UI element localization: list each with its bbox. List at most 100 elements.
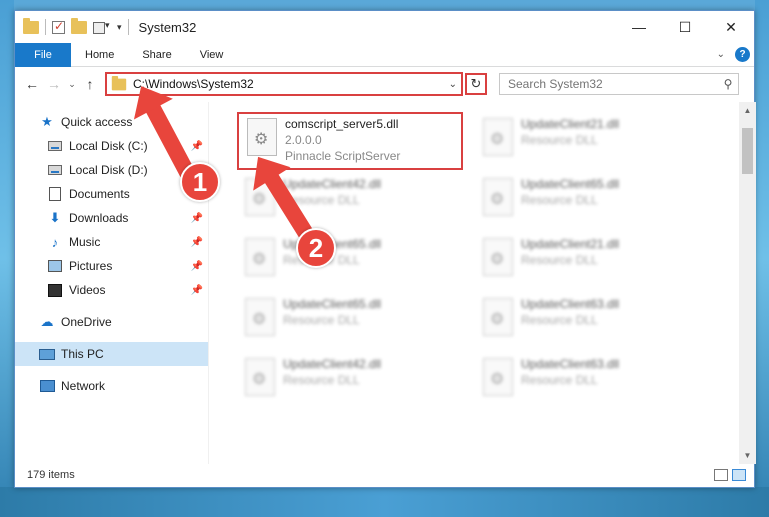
pictures-icon bbox=[47, 258, 63, 274]
file-name: UpdateClient42.dll bbox=[283, 357, 382, 371]
file-item[interactable]: UpdateClient65.dll Resource DLL bbox=[475, 174, 695, 228]
customize-toolbar-icon[interactable] bbox=[93, 20, 111, 34]
file-item[interactable]: UpdateClient63.dll Resource DLL bbox=[475, 354, 695, 408]
folder-icon bbox=[23, 17, 39, 34]
address-dropdown-icon[interactable]: ⌄ bbox=[449, 79, 461, 90]
nav-item-label: Network bbox=[61, 379, 106, 393]
computer-icon bbox=[39, 346, 55, 362]
pin-icon[interactable]: 📌 bbox=[191, 237, 203, 248]
dll-file-icon bbox=[483, 358, 513, 396]
desktop-background-right bbox=[755, 0, 769, 517]
forward-button[interactable]: → bbox=[43, 76, 65, 92]
scrollbar-thumb[interactable] bbox=[742, 128, 753, 174]
videos-icon bbox=[47, 282, 63, 298]
new-folder-icon[interactable] bbox=[71, 17, 87, 34]
file-name: UpdateClient21.dll bbox=[521, 117, 620, 131]
file-version: 2.0.0.0 bbox=[285, 133, 322, 147]
file-name: UpdateClient65.dll bbox=[283, 297, 382, 311]
step-badge-1: 1 bbox=[180, 162, 220, 202]
file-name: UpdateClient21.dll bbox=[521, 237, 620, 251]
close-button[interactable]: ✕ bbox=[708, 11, 754, 43]
tab-view[interactable]: View bbox=[186, 43, 238, 67]
dll-file-icon bbox=[483, 238, 513, 276]
nav-item-quick-access[interactable]: ★ Quick access bbox=[15, 110, 209, 134]
nav-item-label: Quick access bbox=[61, 115, 133, 129]
toolbar-dropdown-icon[interactable]: ▾ bbox=[117, 22, 122, 33]
file-name: UpdateClient65.dll bbox=[521, 177, 620, 191]
file-item[interactable]: UpdateClient21.dll Resource DLL bbox=[475, 114, 695, 168]
maximize-button[interactable]: ☐ bbox=[662, 11, 708, 43]
documents-icon bbox=[47, 186, 63, 202]
cloud-icon: ☁ bbox=[40, 314, 54, 329]
view-toggle bbox=[714, 468, 756, 481]
explorer-window: ▾ System32 — ☐ ✕ File Home Share View ⌄ … bbox=[14, 10, 756, 488]
back-button[interactable]: ← bbox=[21, 76, 43, 92]
nav-item-this-pc[interactable]: This PC bbox=[15, 342, 209, 366]
pin-icon[interactable]: 📌 bbox=[191, 285, 203, 296]
large-icons-view-icon[interactable] bbox=[732, 468, 746, 481]
window-controls: — ☐ ✕ bbox=[616, 11, 754, 43]
nav-item-pictures[interactable]: Pictures 📌 bbox=[15, 254, 209, 278]
file-description: Resource DLL bbox=[521, 253, 598, 267]
search-input[interactable] bbox=[508, 77, 718, 91]
file-item[interactable]: UpdateClient21.dll Resource DLL bbox=[475, 234, 695, 288]
status-bar: 179 items bbox=[15, 462, 756, 487]
file-item[interactable]: UpdateClient65.dllResource DLL bbox=[237, 234, 457, 288]
dll-file-icon bbox=[245, 358, 275, 396]
nav-item-label: Documents bbox=[69, 187, 130, 201]
help-icon[interactable]: ? bbox=[735, 47, 750, 62]
vertical-scrollbar[interactable]: ▲ ▼ bbox=[739, 102, 756, 464]
address-path[interactable]: C:\Windows\System32 bbox=[133, 77, 449, 91]
nav-item-label: Pictures bbox=[69, 259, 113, 273]
search-icon[interactable]: ⚲ bbox=[718, 77, 738, 91]
star-icon: ★ bbox=[41, 114, 53, 129]
nav-item-network[interactable]: Network bbox=[15, 374, 209, 398]
pin-icon[interactable]: 📌 bbox=[191, 261, 203, 272]
search-box[interactable]: ⚲ bbox=[499, 73, 739, 95]
dll-file-icon bbox=[483, 298, 513, 336]
nav-item-onedrive[interactable]: ☁ OneDrive bbox=[15, 310, 209, 334]
refresh-button[interactable]: ↻ bbox=[465, 73, 487, 95]
minimize-button[interactable]: — bbox=[616, 11, 662, 43]
network-icon bbox=[39, 378, 55, 394]
tab-file[interactable]: File bbox=[15, 42, 71, 67]
file-name: comscript_server5.dll bbox=[285, 117, 399, 131]
toolbar-separator bbox=[45, 19, 46, 35]
up-button[interactable]: ↑ bbox=[79, 76, 101, 92]
main-area: ★ Quick access Local Disk (C:) 📌 Local D… bbox=[15, 102, 756, 464]
title-bar: ▾ System32 — ☐ ✕ bbox=[15, 11, 754, 43]
nav-item-label: Local Disk (D:) bbox=[69, 163, 148, 177]
pin-icon[interactable]: 📌 bbox=[191, 141, 203, 152]
file-description: Resource DLL bbox=[521, 313, 598, 327]
file-description: Resource DLL bbox=[283, 313, 360, 327]
drive-icon bbox=[47, 162, 63, 178]
pin-icon[interactable]: 📌 bbox=[191, 213, 203, 224]
file-item[interactable]: UpdateClient42.dll Resource DLL bbox=[237, 354, 457, 408]
tab-home[interactable]: Home bbox=[71, 43, 128, 67]
nav-item-music[interactable]: ♪ Music 📌 bbox=[15, 230, 209, 254]
properties-check-icon[interactable] bbox=[52, 19, 65, 34]
file-item[interactable]: UpdateClient65.dll Resource DLL bbox=[237, 294, 457, 348]
nav-item-label: This PC bbox=[61, 347, 104, 361]
minimize-icon: — bbox=[632, 19, 646, 35]
ribbon-right-controls: ⌄ ? bbox=[717, 47, 754, 62]
download-icon: ⬇ bbox=[49, 210, 61, 225]
toolbar-separator bbox=[127, 19, 129, 35]
ribbon-tabs: File Home Share View ⌄ ? bbox=[15, 42, 754, 67]
file-name: UpdateClient42.dll bbox=[283, 177, 382, 191]
file-description: Resource DLL bbox=[521, 193, 598, 207]
nav-item-downloads[interactable]: ⬇ Downloads 📌 bbox=[15, 206, 209, 230]
tab-share[interactable]: Share bbox=[128, 43, 185, 67]
expand-ribbon-chevron-icon[interactable]: ⌄ bbox=[717, 49, 725, 60]
file-item[interactable]: UpdateClient63.dll Resource DLL bbox=[475, 294, 695, 348]
details-view-icon[interactable] bbox=[714, 468, 728, 481]
nav-item-videos[interactable]: Videos 📌 bbox=[15, 278, 209, 302]
item-count: 179 items bbox=[27, 468, 75, 481]
desktop-background-left bbox=[0, 0, 14, 517]
nav-item-label: OneDrive bbox=[61, 315, 112, 329]
scroll-up-icon[interactable]: ▲ bbox=[739, 102, 756, 119]
window-title: System32 bbox=[138, 19, 197, 35]
step-badge-2: 2 bbox=[296, 228, 336, 268]
music-icon: ♪ bbox=[51, 234, 59, 250]
recent-locations-dropdown[interactable]: ⌄ bbox=[65, 79, 79, 90]
